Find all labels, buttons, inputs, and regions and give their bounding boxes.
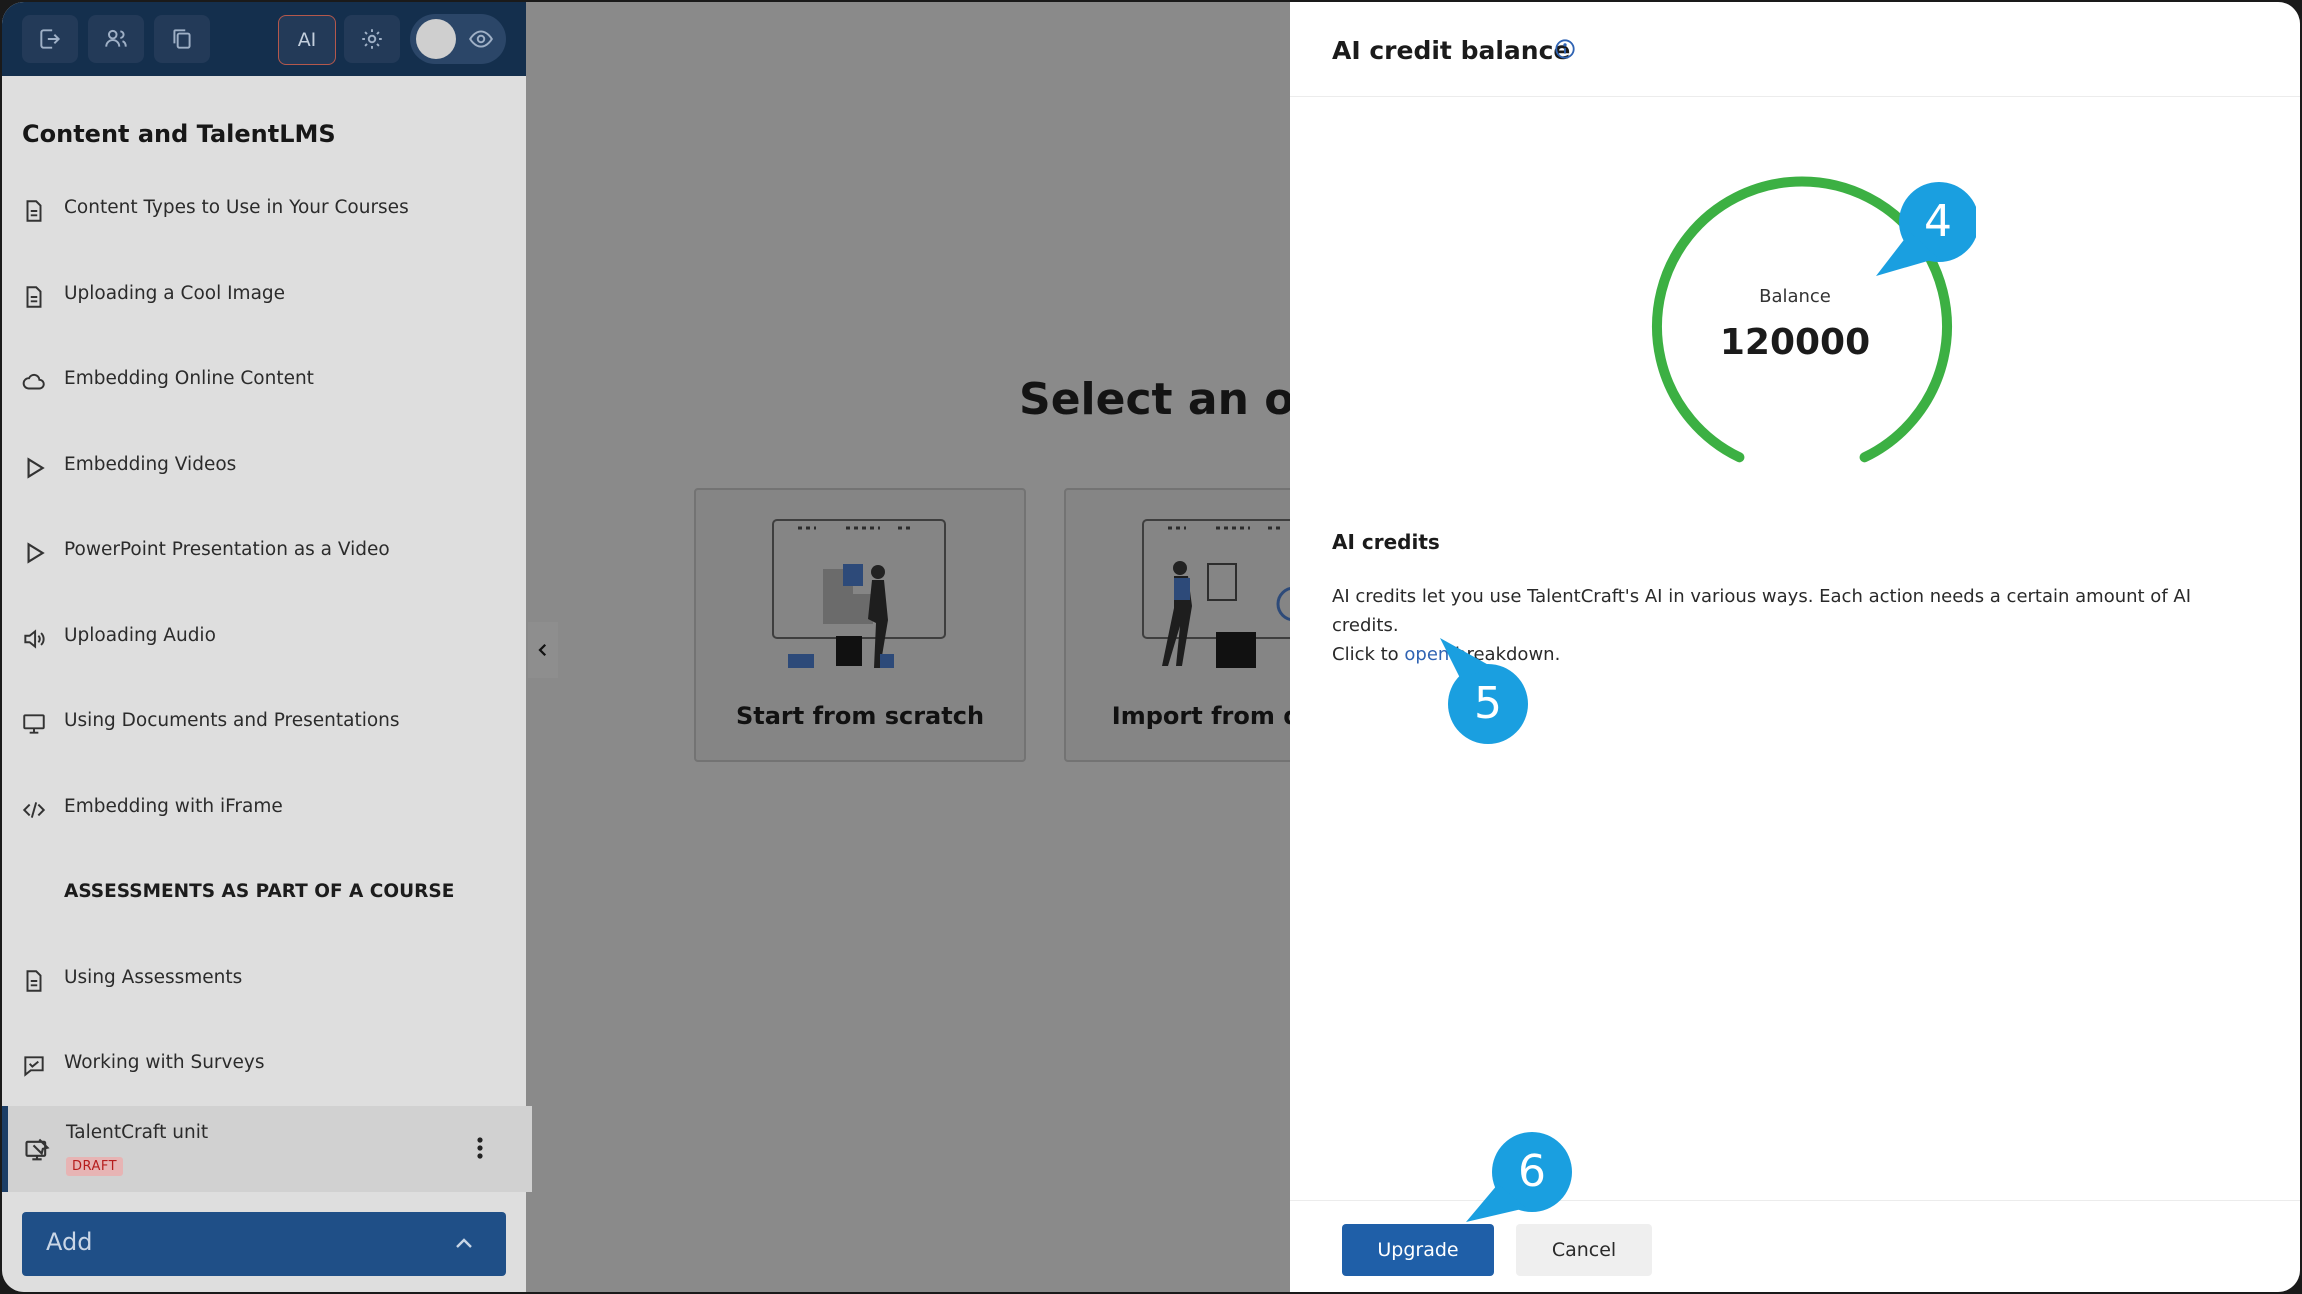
more-options-icon[interactable]: [476, 1136, 484, 1166]
callout-4: 4: [1876, 180, 1976, 280]
balance-value: 120000: [1719, 322, 1871, 363]
unit-item[interactable]: Uploading Audio: [2, 620, 526, 706]
draft-badge: DRAFT: [66, 1157, 124, 1176]
play-icon: [21, 540, 47, 566]
copy-icon: [173, 29, 191, 49]
collapse-sidebar-button[interactable]: [528, 622, 558, 678]
callout-number: 6: [1518, 1146, 1546, 1197]
course-title: Content and TalentLMS: [22, 120, 336, 148]
unit-item[interactable]: PowerPoint Presentation as a Video: [2, 534, 526, 620]
callout-6: 6: [1466, 1128, 1576, 1224]
code-icon: [21, 797, 47, 823]
exit-button[interactable]: [22, 15, 78, 63]
ai-button[interactable]: AI: [278, 15, 336, 65]
speaker-icon: [21, 626, 47, 652]
exit-icon: [40, 29, 61, 49]
unit-label: Using Documents and Presentations: [64, 710, 400, 731]
users-icon: [105, 29, 127, 47]
panel-header: AI credit balance: [1290, 2, 2300, 97]
talentcraft-icon: [23, 1136, 51, 1164]
gear-icon: [362, 29, 382, 49]
cancel-button[interactable]: Cancel: [1516, 1224, 1652, 1276]
settings-button[interactable]: [344, 15, 400, 63]
chevron-up-icon: [456, 1238, 472, 1248]
preview-toggle[interactable]: [410, 14, 506, 64]
unit-list: Content Types to Use in Your Courses Upl…: [2, 192, 526, 1133]
panel-footer: Upgrade Cancel: [1290, 1200, 2300, 1292]
survey-icon: [21, 1053, 47, 1079]
document-icon: [21, 968, 47, 994]
document-icon: [21, 198, 47, 224]
document-icon: [21, 284, 47, 310]
info-icon[interactable]: [1554, 38, 1576, 60]
chevron-left-icon: [538, 643, 547, 657]
desc-prefix: Click to: [1332, 644, 1405, 665]
unit-label: Working with Surveys: [64, 1052, 265, 1073]
toggle-knob: [416, 19, 456, 59]
credits-desc-line: AI credits let you use TalentCraft's AI …: [1332, 586, 2191, 636]
copy-button[interactable]: [154, 15, 210, 63]
unit-item[interactable]: Using Documents and Presentations: [2, 705, 526, 791]
add-button[interactable]: Add: [22, 1212, 506, 1276]
app-window: AI Content and TalentLMS Content Types t…: [2, 2, 2300, 1292]
users-button[interactable]: [88, 15, 144, 63]
unit-item[interactable]: Content Types to Use in Your Courses: [2, 192, 526, 278]
section-label: ASSESSMENTS AS PART OF A COURSE: [64, 881, 455, 902]
scratch-illustration: [772, 519, 946, 668]
monitor-icon: [21, 711, 47, 737]
unit-label: Embedding Online Content: [64, 368, 314, 389]
play-icon: [21, 455, 47, 481]
top-toolbar: AI: [2, 2, 526, 76]
section-header[interactable]: ASSESSMENTS AS PART OF A COURSE: [2, 876, 526, 962]
callout-number: 4: [1924, 196, 1952, 247]
callout-5: 5: [1438, 638, 1538, 748]
unit-item[interactable]: Embedding with iFrame: [2, 791, 526, 877]
option-card-scratch[interactable]: Start from scratch: [694, 488, 1026, 762]
unit-label: Uploading a Cool Image: [64, 282, 286, 304]
unit-label: PowerPoint Presentation as a Video: [64, 539, 390, 560]
eye-icon: [469, 30, 493, 48]
sidebar: AI Content and TalentLMS Content Types t…: [2, 2, 532, 1292]
unit-label: Uploading Audio: [64, 624, 216, 646]
unit-label: Embedding with iFrame: [64, 795, 283, 817]
unit-item[interactable]: Using Assessments: [2, 962, 526, 1048]
option-label: Start from scratch: [735, 702, 985, 730]
unit-label: Content Types to Use in Your Courses: [64, 197, 409, 218]
unit-item[interactable]: Embedding Online Content: [2, 363, 526, 449]
unit-item[interactable]: Uploading a Cool Image: [2, 278, 526, 364]
cloud-icon: [21, 369, 47, 395]
unit-item[interactable]: Embedding Videos: [2, 449, 526, 535]
unit-label: Embedding Videos: [64, 453, 237, 475]
unit-label: Using Assessments: [64, 966, 243, 988]
panel-title: AI credit balance: [1332, 36, 1571, 65]
add-label: Add: [46, 1228, 93, 1256]
credits-heading: AI credits: [1332, 530, 1440, 554]
balance-label: Balance: [1759, 286, 1831, 307]
active-unit-item[interactable]: TalentCraft unit DRAFT: [2, 1106, 532, 1192]
unit-label: TalentCraft unit: [66, 1122, 209, 1143]
callout-number: 5: [1474, 678, 1502, 729]
upgrade-button[interactable]: Upgrade: [1342, 1224, 1494, 1276]
